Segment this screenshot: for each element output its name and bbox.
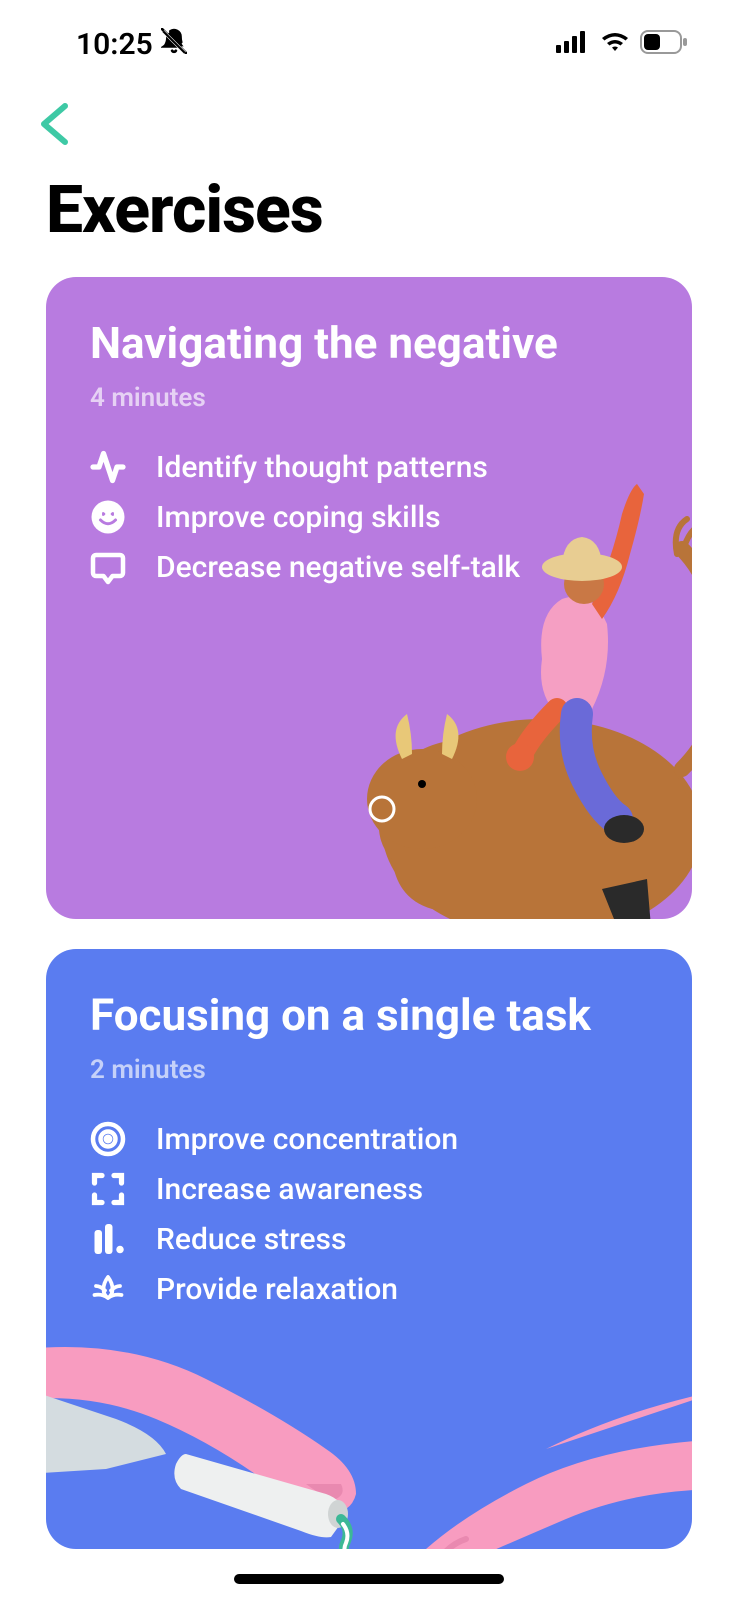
card-duration: 2 minutes [90, 1055, 648, 1085]
benefit-item: Improve coping skills [90, 499, 648, 535]
benefit-text: Reduce stress [156, 1222, 346, 1257]
chat-icon [90, 549, 126, 585]
exercise-card-focusing-single-task[interactable]: Focusing on a single task 2 minutes Impr… [46, 949, 692, 1549]
smile-icon [90, 499, 126, 535]
benefit-text: Provide relaxation [156, 1272, 398, 1307]
lotus-icon [90, 1271, 126, 1307]
benefit-item: Improve concentration [90, 1121, 648, 1157]
back-button[interactable] [0, 70, 74, 152]
signal-icon [556, 31, 590, 57]
expand-icon [90, 1171, 126, 1207]
card-illustration [46, 1289, 692, 1549]
chevron-left-icon [38, 100, 74, 148]
bars-icon [90, 1221, 126, 1257]
benefit-text: Increase awareness [156, 1172, 423, 1207]
benefit-text: Improve concentration [156, 1122, 458, 1157]
benefit-item: Identify thought patterns [90, 449, 648, 485]
benefit-text: Improve coping skills [156, 500, 441, 535]
benefit-text: Identify thought patterns [156, 450, 488, 485]
status-time: 10:25 [76, 27, 153, 62]
activity-icon [90, 449, 126, 485]
status-bar-right [556, 30, 688, 58]
home-indicator[interactable] [234, 1574, 504, 1584]
exercise-card-navigating-negative[interactable]: Navigating the negative 4 minutes Identi… [46, 277, 692, 919]
benefit-item: Reduce stress [90, 1221, 648, 1257]
benefits-list: Improve concentration Increase awareness [90, 1121, 648, 1307]
wifi-icon [600, 31, 630, 57]
card-title: Navigating the negative [90, 317, 648, 369]
status-bar: 10:25 [0, 0, 738, 70]
cards-container: Navigating the negative 4 minutes Identi… [0, 277, 738, 1549]
benefit-item: Increase awareness [90, 1171, 648, 1207]
page-title: Exercises [0, 152, 738, 277]
card-title: Focusing on a single task [90, 989, 648, 1041]
target-icon [90, 1121, 126, 1157]
status-bar-left: 10:25 [76, 27, 187, 62]
benefit-text: Decrease negative self-talk [156, 550, 520, 585]
benefit-item: Decrease negative self-talk [90, 549, 648, 585]
battery-icon [640, 30, 688, 58]
bell-slash-icon [161, 27, 187, 62]
card-duration: 4 minutes [90, 383, 648, 413]
benefit-item: Provide relaxation [90, 1271, 648, 1307]
benefits-list: Identify thought patterns Improve coping… [90, 449, 648, 585]
